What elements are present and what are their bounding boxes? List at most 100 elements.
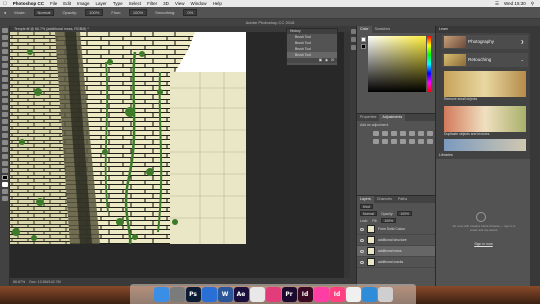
indesign2-icon[interactable]: Id — [329, 286, 345, 302]
menu-type[interactable]: Type — [113, 1, 123, 6]
photos-icon[interactable] — [345, 286, 361, 302]
clock[interactable]: Wed 15:30 — [504, 1, 526, 7]
indesign-icon[interactable]: Id — [297, 286, 313, 302]
opacity-field[interactable]: 100% — [85, 9, 104, 16]
eye-icon[interactable] — [360, 249, 364, 253]
gradient-map-icon[interactable] — [427, 139, 433, 144]
app-menu[interactable]: Photoshop CC — [13, 1, 44, 6]
history-panel-icon[interactable] — [351, 29, 356, 34]
new-snapshot-icon[interactable]: ▣ — [319, 58, 322, 63]
premiere-icon[interactable]: Pr — [281, 286, 297, 302]
blend-mode-select[interactable]: Normal — [360, 211, 377, 216]
pen-tool-icon[interactable] — [2, 126, 8, 131]
healing-tool-icon[interactable] — [2, 70, 8, 75]
xd-icon[interactable] — [313, 286, 329, 302]
more-tools-icon[interactable] — [2, 168, 8, 173]
posterize-icon[interactable] — [409, 139, 415, 144]
layer-row[interactable]: additional structure — [357, 235, 435, 246]
menu-select[interactable]: Select — [129, 1, 142, 6]
invert-icon[interactable] — [400, 139, 406, 144]
topic-photography[interactable]: Photography ❯ — [442, 35, 528, 49]
photo-filter-icon[interactable] — [373, 139, 379, 144]
shape-tool-icon[interactable] — [2, 147, 8, 152]
color-picker-field[interactable] — [368, 36, 426, 92]
color-balance-icon[interactable] — [427, 131, 433, 136]
menu-image[interactable]: Image — [77, 1, 90, 6]
search-icon[interactable]: ⚲ — [531, 1, 534, 7]
eye-icon[interactable] — [360, 238, 364, 242]
menu-file[interactable]: File — [50, 1, 57, 6]
exposure-icon[interactable] — [400, 131, 406, 136]
curves-icon[interactable] — [391, 131, 397, 136]
eye-icon[interactable] — [360, 227, 364, 231]
tab-swatches[interactable]: Swatches — [372, 26, 394, 33]
hue-slider[interactable] — [427, 36, 431, 92]
tab-adjustments[interactable]: Adjustments — [379, 114, 406, 121]
menu-edit[interactable]: Edit — [63, 1, 71, 6]
apple-icon[interactable]:  — [3, 1, 7, 7]
safari-icon[interactable] — [201, 286, 217, 302]
eyedropper-tool-icon[interactable] — [2, 63, 8, 68]
tab-channels[interactable]: Channels — [374, 196, 395, 203]
move-tool-icon[interactable] — [2, 28, 8, 33]
sync-icon[interactable] — [361, 286, 377, 302]
word-icon[interactable]: W — [217, 286, 233, 302]
menu-window[interactable]: Window — [191, 1, 207, 6]
photoshop-icon[interactable]: Ps — [185, 286, 201, 302]
hand-tool-icon[interactable] — [2, 154, 8, 159]
layer-row-selected[interactable]: additional moss — [357, 246, 435, 257]
eye-icon[interactable] — [360, 260, 364, 264]
gradient-tool-icon[interactable] — [2, 105, 8, 110]
type-tool-icon[interactable] — [2, 133, 8, 138]
history-brush-tool-icon[interactable] — [2, 91, 8, 96]
menu-help[interactable]: Help — [213, 1, 222, 6]
vibrance-icon[interactable] — [409, 131, 415, 136]
tab-layers[interactable]: Layers — [357, 196, 374, 203]
layer-row[interactable]: Form Solid Colour — [357, 224, 435, 235]
menu-filter[interactable]: Filter — [147, 1, 157, 6]
lasso-tool-icon[interactable] — [2, 42, 8, 47]
dodge-tool-icon[interactable] — [2, 119, 8, 124]
quick-mask-icon[interactable] — [2, 189, 8, 194]
path-select-tool-icon[interactable] — [2, 140, 8, 145]
brushes-panel-icon[interactable] — [351, 45, 356, 50]
menu-layer[interactable]: Layer — [96, 1, 107, 6]
history-item-selected[interactable]: Brush Tool — [287, 52, 337, 58]
fill-field[interactable]: 100% — [381, 218, 397, 223]
channel-mixer-icon[interactable] — [382, 139, 388, 144]
topic-retouching[interactable]: Retouching ⌄ — [442, 53, 528, 67]
zoom-readout[interactable]: 66.67% — [13, 280, 25, 284]
mode-select[interactable]: Normal — [33, 9, 55, 16]
tutorial-card[interactable]: Remove small objects — [444, 71, 526, 101]
trash-icon[interactable] — [377, 286, 393, 302]
blur-tool-icon[interactable] — [2, 112, 8, 117]
camera-icon[interactable]: ◉ — [325, 58, 328, 63]
brightness-icon[interactable] — [373, 131, 379, 136]
properties-panel-icon[interactable] — [351, 37, 356, 42]
foreground-color-swatch[interactable] — [2, 175, 8, 180]
foreground-swatch[interactable] — [361, 37, 366, 42]
aftereffects-icon[interactable]: Ae — [233, 286, 249, 302]
threshold-icon[interactable] — [418, 139, 424, 144]
background-color-swatch[interactable] — [2, 182, 8, 187]
tab-properties[interactable]: Properties — [357, 114, 379, 121]
tab-paths[interactable]: Paths — [395, 196, 410, 203]
hue-saturation-icon[interactable] — [418, 131, 424, 136]
clone-stamp-tool-icon[interactable] — [2, 84, 8, 89]
tab-color[interactable]: Color — [357, 26, 372, 33]
menu-view[interactable]: View — [175, 1, 185, 6]
layer-opacity-field[interactable]: 100% — [397, 211, 413, 216]
marquee-tool-icon[interactable] — [2, 35, 8, 40]
levels-icon[interactable] — [382, 131, 388, 136]
color-lookup-icon[interactable] — [391, 139, 397, 144]
tutorial-card[interactable] — [444, 139, 526, 151]
finder-icon[interactable] — [153, 286, 169, 302]
delete-icon[interactable]: ☒ — [331, 58, 334, 63]
itunes-icon[interactable] — [265, 286, 281, 302]
sign-in-link[interactable]: Sign in now — [436, 242, 531, 246]
canvas-area[interactable] — [10, 32, 344, 278]
eraser-tool-icon[interactable] — [2, 98, 8, 103]
brush-preset-icon[interactable]: ● — [4, 10, 6, 15]
screen-mode-icon[interactable] — [2, 196, 8, 201]
crop-tool-icon[interactable] — [2, 56, 8, 61]
